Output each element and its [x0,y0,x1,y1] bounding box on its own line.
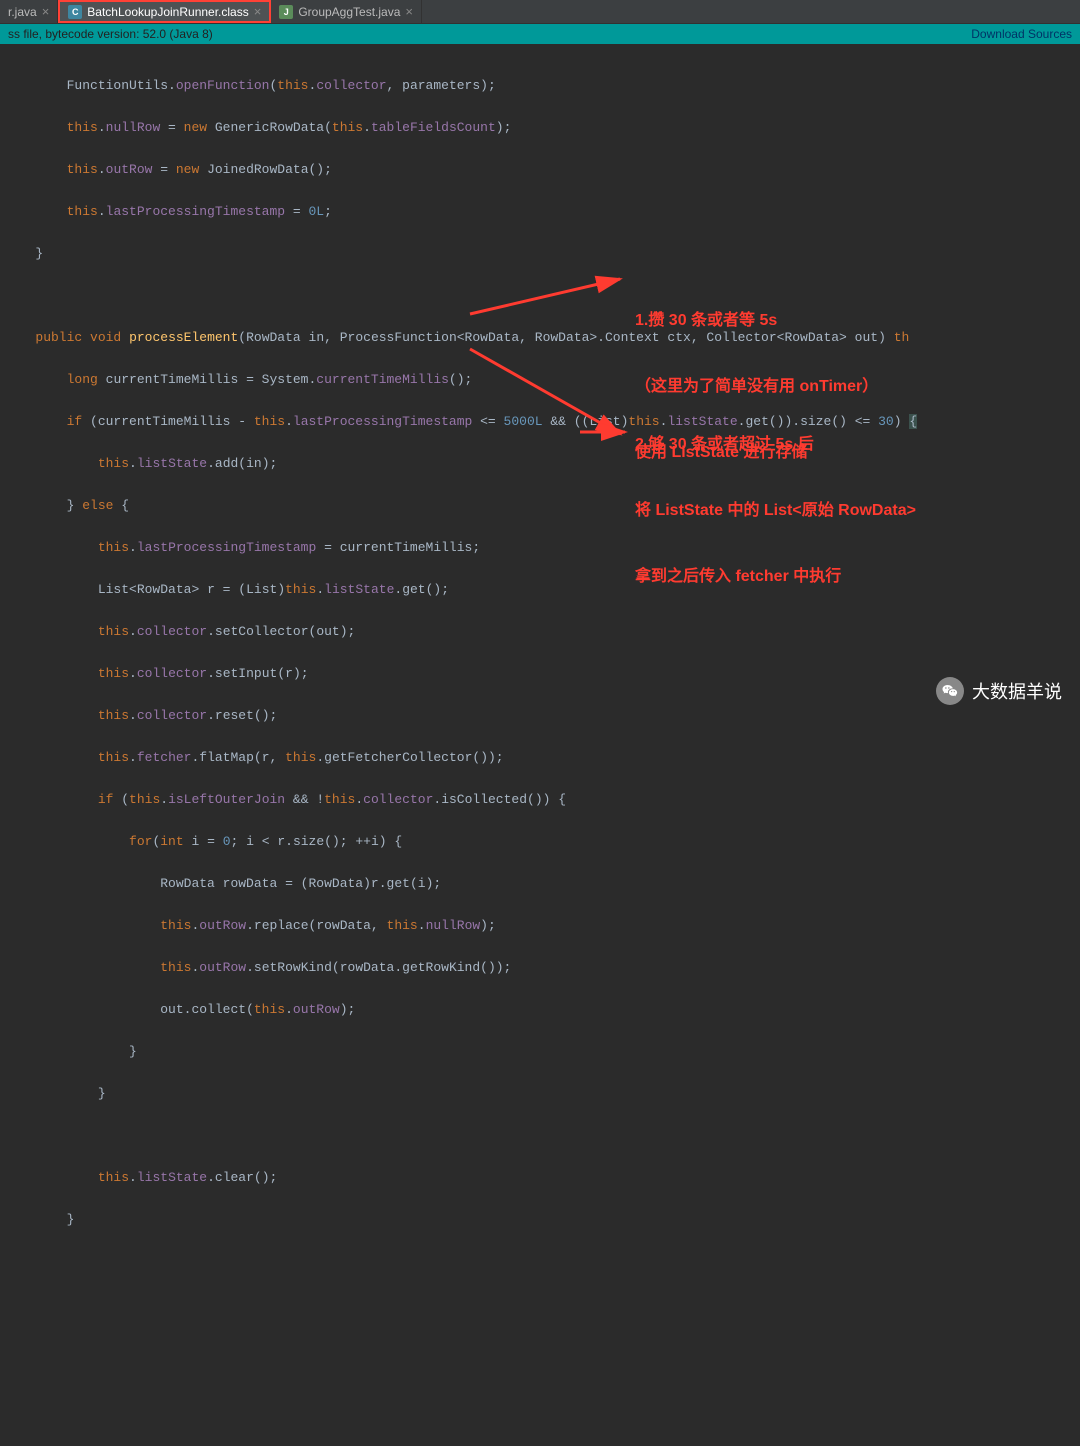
code-line: this.nullRow = new GenericRowData(this.t… [12,117,1080,138]
code-line: List<RowData> r = (List)this.listState.g… [12,579,1080,600]
close-icon[interactable]: × [42,4,50,19]
code-line: this.outRow.replace(rowData, this.nullRo… [12,915,1080,936]
tab-label: GroupAggTest.java [298,5,400,19]
close-icon[interactable]: × [254,4,262,19]
java-file-icon: J [279,5,293,19]
code-line: this.lastProcessingTimestamp = 0L; [12,201,1080,222]
watermark: 大数据羊说 [936,677,1062,705]
code-line: } else { [12,495,1080,516]
watermark-text: 大数据羊说 [972,678,1062,704]
code-line: for(int i = 0; i < r.size(); ++i) { [12,831,1080,852]
tab-label: BatchLookupJoinRunner.class [87,5,248,19]
decompiler-info-bar: ss file, bytecode version: 52.0 (Java 8)… [0,24,1080,44]
code-line: } [12,243,1080,264]
code-line: } [12,1209,1080,1230]
code-line: this.outRow.setRowKind(rowData.getRowKin… [12,957,1080,978]
code-line: this.lastProcessingTimestamp = currentTi… [12,537,1080,558]
code-line: } [12,1083,1080,1104]
bytecode-info: ss file, bytecode version: 52.0 (Java 8) [8,27,213,41]
code-line: if (currentTimeMillis - this.lastProcess… [12,411,1080,432]
code-line: RowData rowData = (RowData)r.get(i); [12,873,1080,894]
close-icon[interactable]: × [405,4,413,19]
code-line: long currentTimeMillis = System.currentT… [12,369,1080,390]
code-line: this.listState.clear(); [12,1167,1080,1188]
code-line: this.collector.setInput(r); [12,663,1080,684]
code-line [12,1125,1080,1146]
code-line: } [12,1041,1080,1062]
download-sources-link[interactable]: Download Sources [971,27,1072,41]
code-line: this.fetcher.flatMap(r, this.getFetcherC… [12,747,1080,768]
code-line: public void processElement(RowData in, P… [12,327,1080,348]
annotation-2: 2.够 30 条或者超过 5s 后 将 ListState 中的 List<原始… [635,390,916,632]
code-line: this.outRow = new JoinedRowData(); [12,159,1080,180]
tab-active[interactable]: C BatchLookupJoinRunner.class × [58,0,271,23]
class-file-icon: C [68,5,82,19]
code-line: out.collect(this.outRow); [12,999,1080,1020]
tab-label: r.java [8,5,37,19]
tab-left[interactable]: r.java × [0,0,58,23]
code-editor[interactable]: FunctionUtils.openFunction(this.collecto… [0,44,1080,1446]
editor-tabs: r.java × C BatchLookupJoinRunner.class ×… [0,0,1080,24]
tab-right[interactable]: J GroupAggTest.java × [271,0,422,23]
wechat-icon [936,677,964,705]
annotation-arrow-1 [460,224,640,324]
code-line: FunctionUtils.openFunction(this.collecto… [12,75,1080,96]
code-line: this.listState.add(in); [12,453,1080,474]
code-line: this.collector.setCollector(out); [12,621,1080,642]
code-line: if (this.isLeftOuterJoin && !this.collec… [12,789,1080,810]
code-line [12,285,1080,306]
